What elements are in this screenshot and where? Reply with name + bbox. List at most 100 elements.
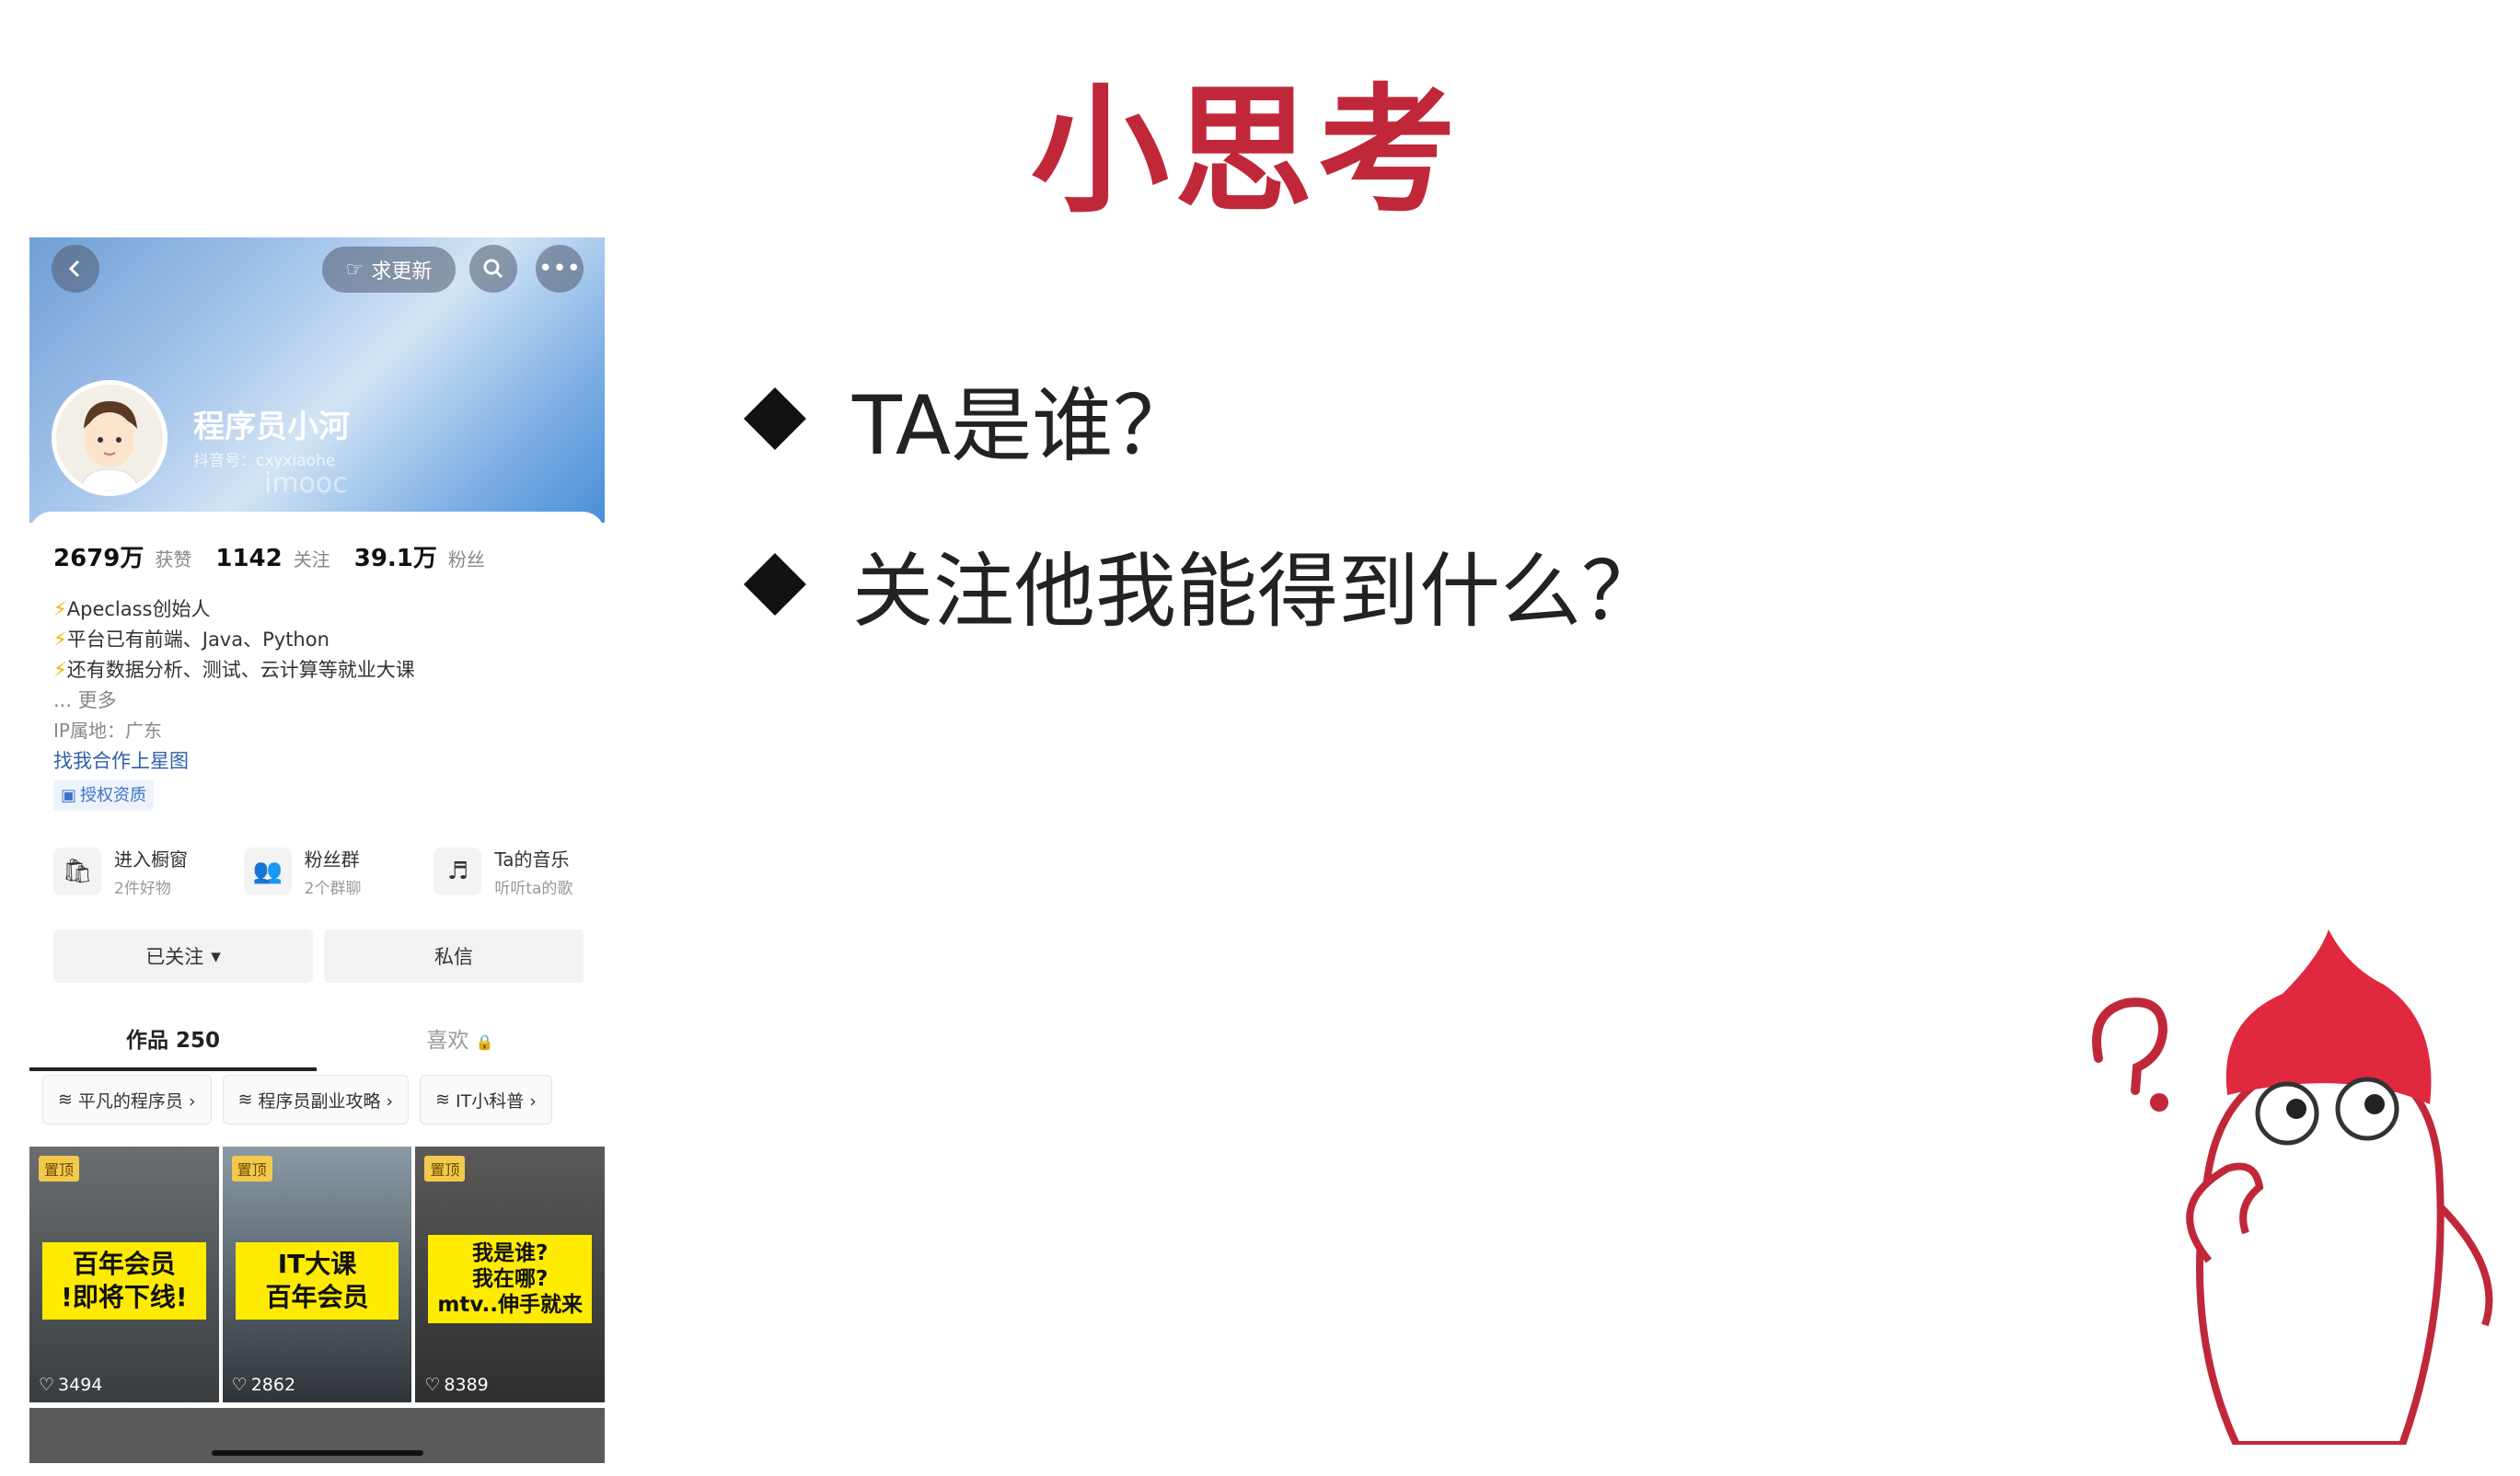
certificate-icon: ▣: [61, 786, 77, 805]
request-update-label: 求更新: [371, 260, 433, 283]
bullet-text: TA是谁？: [852, 377, 1195, 473]
heart-icon: ♡: [424, 1375, 441, 1395]
likes-value: 3494: [58, 1375, 103, 1395]
followed-label: 已关注: [145, 946, 204, 968]
likes-value: 2862: [250, 1375, 296, 1395]
music-entry[interactable]: ♬ Ta的音乐听听ta的歌: [433, 845, 605, 898]
bio-line: ⚡还有数据分析、测试、云计算等就业大课: [53, 655, 415, 686]
auth-badge[interactable]: ▣ 授权资质: [53, 780, 155, 811]
bullet-text: 关注他我能得到什么？: [852, 543, 1663, 639]
tab-likes-label: 喜欢: [426, 1029, 469, 1053]
message-label: 私信: [434, 946, 473, 968]
pinned-badge: 置顶: [39, 1156, 80, 1182]
bullet-item: 关注他我能得到什么？: [736, 502, 1662, 667]
video-caption: 我是谁? 我在哪? mtv..伸手就来: [428, 1235, 593, 1323]
lightning-icon: ⚡: [53, 628, 67, 651]
bio-text: 还有数据分析、测试、云计算等就业大课: [66, 659, 415, 681]
pinned-badge: 置顶: [231, 1156, 272, 1182]
avatar-cartoon-icon: [56, 385, 163, 491]
following-count[interactable]: 1142: [215, 545, 282, 572]
watermark-text: imooc: [264, 467, 348, 500]
stack-icon: ≋: [237, 1090, 253, 1110]
diamond-bullet-icon: [744, 387, 806, 450]
bio-line: ⚡Apeclass创始人: [53, 594, 415, 625]
stack-icon: ≋: [58, 1090, 73, 1110]
video-caption: IT大课 百年会员: [235, 1242, 399, 1320]
profile-stats: 2679万 获赞 1142 关注 39.1万 粉丝: [53, 539, 498, 573]
chevron-left-icon: [68, 259, 80, 278]
phone-screenshot: ☞ 求更新 ••• 程序员小河 抖音号：cxyxiaohe imooc 2679…: [29, 237, 605, 1467]
music-note-icon: ♬: [433, 848, 482, 895]
following-label[interactable]: 关注: [294, 545, 330, 571]
likes-value: 8389: [444, 1375, 489, 1395]
entry-title: 粉丝群: [304, 848, 360, 871]
auth-label: 授权资质: [80, 786, 147, 805]
ip-location: IP属地：广东: [53, 720, 162, 742]
entry-title: Ta的音乐: [494, 848, 570, 871]
lightning-icon: ⚡: [53, 659, 67, 681]
entry-subtitle: 2个群聊: [304, 880, 362, 898]
video-caption: 百年会员 !即将下线!: [42, 1242, 206, 1320]
lightning-icon: ⚡: [53, 598, 67, 620]
shop-window-entry[interactable]: 🛍 进入橱窗 2件好物: [53, 845, 244, 898]
tab-likes[interactable]: 喜欢 🔒: [317, 1018, 604, 1071]
caret-down-icon: ▾: [211, 945, 221, 967]
hand-icon: ☞: [345, 258, 364, 282]
video-likes: ♡ 3494: [39, 1375, 102, 1395]
more-link[interactable]: ... 更多: [53, 686, 415, 716]
profile-username: 程序员小河: [193, 409, 350, 445]
ellipsis-icon: •••: [538, 255, 581, 283]
bullet-item: TA是谁？: [736, 336, 1662, 502]
entry-subtitle: 2件好物: [114, 880, 171, 898]
pinned-badge: 置顶: [424, 1156, 466, 1182]
collection-label: IT小科普 ›: [456, 1090, 537, 1112]
more-options-button[interactable]: •••: [536, 245, 584, 293]
video-grid: 置顶 百年会员 !即将下线! ♡ 3494 置顶 IT大课 百年会员 ♡ 2862 …: [29, 1147, 605, 1402]
video-thumbnail[interactable]: 置顶 我是谁? 我在哪? mtv..伸手就来 ♡ 8389: [415, 1147, 605, 1402]
diamond-bullet-icon: [744, 553, 806, 616]
video-thumbnail[interactable]: 置顶 IT大课 百年会员 ♡ 2862: [222, 1147, 412, 1402]
thinking-mascot-icon: [2092, 929, 2493, 1445]
bio-text: Apeclass创始人: [66, 598, 211, 620]
lock-icon: 🔒: [475, 1033, 494, 1051]
collection-label: 平凡的程序员 ›: [77, 1090, 196, 1112]
collection-item[interactable]: ≋ 程序员副业攻略 ›: [222, 1075, 410, 1124]
shopping-bag-icon: 🛍: [53, 848, 101, 895]
avatar[interactable]: [52, 380, 168, 496]
profile-tabs: 作品 250 喜欢 🔒: [29, 1018, 605, 1071]
heart-icon: ♡: [39, 1375, 55, 1395]
star-map-link[interactable]: 找我合作上星图: [53, 746, 415, 777]
profile-entries: 🛍 进入橱窗 2件好物 👥 粉丝群 2个群聊 ♬ Ta的音乐听听ta的歌: [53, 845, 605, 898]
likes-label: 获赞: [155, 548, 192, 571]
slide-title: 小思考: [1030, 72, 1462, 232]
follow-actions: 已关注 ▾ 私信: [53, 929, 584, 983]
request-update-button[interactable]: ☞ 求更新: [322, 247, 456, 293]
entry-subtitle: 听听ta的歌: [494, 880, 573, 898]
bullet-list: TA是谁？ 关注他我能得到什么？: [736, 336, 1662, 667]
tab-works[interactable]: 作品 250: [29, 1018, 317, 1071]
collection-list: ≋ 平凡的程序员 › ≋ 程序员副业攻略 › ≋ IT小科普 ›: [42, 1075, 552, 1124]
search-button[interactable]: [469, 245, 517, 293]
entry-title: 进入橱窗: [114, 848, 188, 871]
bio-line: ⚡平台已有前端、Java、Python: [53, 625, 415, 655]
message-button[interactable]: 私信: [324, 929, 584, 983]
stack-icon: ≋: [435, 1090, 451, 1110]
collection-item[interactable]: ≋ IT小科普 ›: [420, 1075, 552, 1124]
collection-item[interactable]: ≋ 平凡的程序员 ›: [42, 1075, 212, 1124]
bio-text: 平台已有前端、Java、Python: [66, 628, 329, 651]
video-likes: ♡ 8389: [424, 1375, 488, 1395]
heart-icon: ♡: [231, 1375, 248, 1395]
followers-label[interactable]: 粉丝: [448, 545, 485, 571]
likes-count: 2679万: [53, 545, 144, 572]
search-icon: [483, 259, 503, 279]
profile-bio: ⚡Apeclass创始人 ⚡平台已有前端、Java、Python ⚡还有数据分析…: [53, 594, 415, 811]
collection-label: 程序员副业攻略 ›: [258, 1090, 394, 1112]
video-likes: ♡ 2862: [232, 1375, 295, 1395]
followers-count[interactable]: 39.1万: [354, 539, 437, 573]
back-button[interactable]: [52, 245, 99, 293]
followed-button[interactable]: 已关注 ▾: [53, 929, 313, 983]
home-indicator: [212, 1450, 423, 1456]
fan-group-entry[interactable]: 👥 粉丝群 2个群聊: [243, 845, 434, 898]
group-icon: 👥: [243, 848, 292, 895]
video-thumbnail[interactable]: 置顶 百年会员 !即将下线! ♡ 3494: [29, 1147, 219, 1402]
